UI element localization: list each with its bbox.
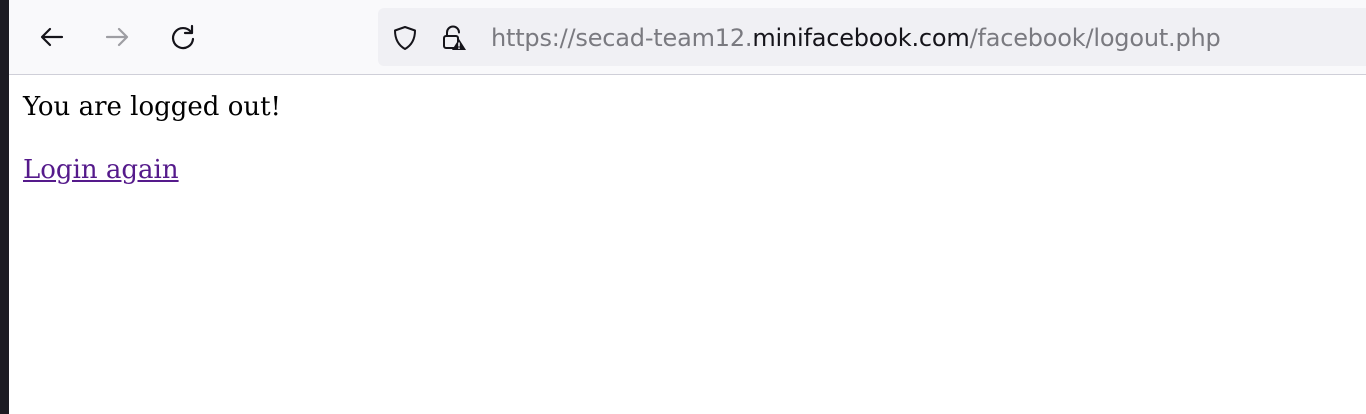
page-content: You are logged out! Login again [23, 75, 1366, 414]
tracking-protection-shield-icon[interactable] [392, 25, 418, 51]
login-again-link[interactable]: Login again [23, 153, 179, 187]
arrow-right-icon [105, 27, 129, 47]
logout-message: You are logged out! [23, 92, 281, 122]
url-host: minifacebook.com [752, 24, 970, 52]
reload-button[interactable] [163, 17, 203, 57]
forward-button[interactable] [97, 17, 137, 57]
url-path: /facebook/logout.php [969, 24, 1221, 52]
reload-icon [171, 24, 195, 50]
navigation-toolbar: https://secad-team12.minifacebook.com/fa… [9, 0, 1366, 75]
browser-window: https://secad-team12.minifacebook.com/fa… [9, 0, 1366, 414]
arrow-left-icon [40, 27, 64, 47]
insecure-lock-warning-icon[interactable] [441, 25, 467, 51]
back-button[interactable] [32, 17, 72, 57]
url-text[interactable]: https://secad-team12.minifacebook.com/fa… [491, 23, 1221, 53]
address-bar[interactable]: https://secad-team12.minifacebook.com/fa… [378, 8, 1366, 66]
url-prefix: https://secad-team12. [491, 24, 753, 52]
